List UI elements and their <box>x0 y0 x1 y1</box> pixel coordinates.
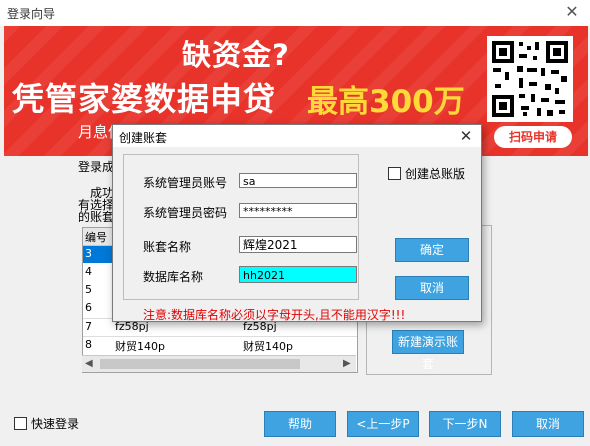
dialog-title-bar: 创建账套 ✕ <box>113 125 481 147</box>
row-id: 7 <box>85 320 92 333</box>
new-demo-set-button[interactable]: 新建演示账套 <box>392 330 464 371</box>
previous-step-button[interactable]: <上一步P <box>347 411 419 437</box>
scroll-right-icon[interactable]: ▶ <box>343 358 351 369</box>
banner-headline: 凭管家婆数据申贷 <box>12 80 277 118</box>
row-id: 8 <box>85 338 92 351</box>
admin-account-label: 系统管理员账号 <box>143 176 228 190</box>
create-general-ledger-label: 创建总账版 <box>405 167 466 181</box>
help-button[interactable]: 帮助 <box>264 411 336 437</box>
quick-login-label: 快速登录 <box>31 417 80 431</box>
scroll-thumb[interactable] <box>100 359 300 369</box>
banner-question: 缺资金? <box>182 38 290 72</box>
scan-apply-button[interactable]: 扫码申请 <box>494 126 572 148</box>
row-id: 5 <box>85 283 92 296</box>
set-name-input[interactable]: 辉煌2021 <box>239 236 357 253</box>
set-name-label: 账套名称 <box>143 240 192 254</box>
create-account-set-dialog: 创建账套 ✕ 系统管理员账号 sa 系统管理员密码 ********* 账套名称… <box>112 124 482 322</box>
row-id: 6 <box>85 301 92 314</box>
login-success-text: 登录成 <box>78 160 115 174</box>
dialog-close-icon[interactable]: ✕ <box>457 127 475 145</box>
scroll-left-icon[interactable]: ◀ <box>85 358 93 369</box>
window-title: 登录向导 <box>7 7 56 21</box>
qr-code-icon <box>487 36 573 122</box>
admin-account-input[interactable]: sa <box>239 173 357 188</box>
next-step-button[interactable]: 下一步N <box>429 411 501 437</box>
row-id: 3 <box>85 247 92 260</box>
window-close-icon[interactable]: ✕ <box>562 2 582 22</box>
column-header-id: 编号 <box>85 231 107 244</box>
dialog-title: 创建账套 <box>119 131 168 145</box>
row-name-2: 财贸140p <box>243 340 293 353</box>
row-id: 4 <box>85 265 92 278</box>
create-general-ledger-checkbox[interactable] <box>388 167 401 180</box>
quick-login-checkbox[interactable] <box>14 417 27 430</box>
window-title-bar: 登录向导 ✕ <box>0 0 590 26</box>
dialog-confirm-button[interactable]: 确定 <box>395 238 469 262</box>
db-name-input[interactable]: hh2021 <box>239 266 357 283</box>
table-horizontal-scrollbar[interactable]: ◀ ▶ <box>82 355 356 372</box>
admin-password-input[interactable]: ********* <box>239 203 357 218</box>
banner-max-amount: 最高300万 <box>307 84 465 120</box>
dialog-cancel-button[interactable]: 取消 <box>395 276 469 300</box>
account-set-text: 的账套 <box>78 210 115 224</box>
db-name-label: 数据库名称 <box>143 270 204 284</box>
db-name-warning: 注意:数据库名称必须以字母开头,且不能用汉字!!! <box>143 308 406 322</box>
wizard-cancel-button[interactable]: 取消 <box>512 411 584 437</box>
row-name: 财贸140p <box>115 340 165 353</box>
table-row[interactable]: 8 财贸140p 财贸140p <box>83 336 357 354</box>
admin-password-label: 系统管理员密码 <box>143 206 228 220</box>
